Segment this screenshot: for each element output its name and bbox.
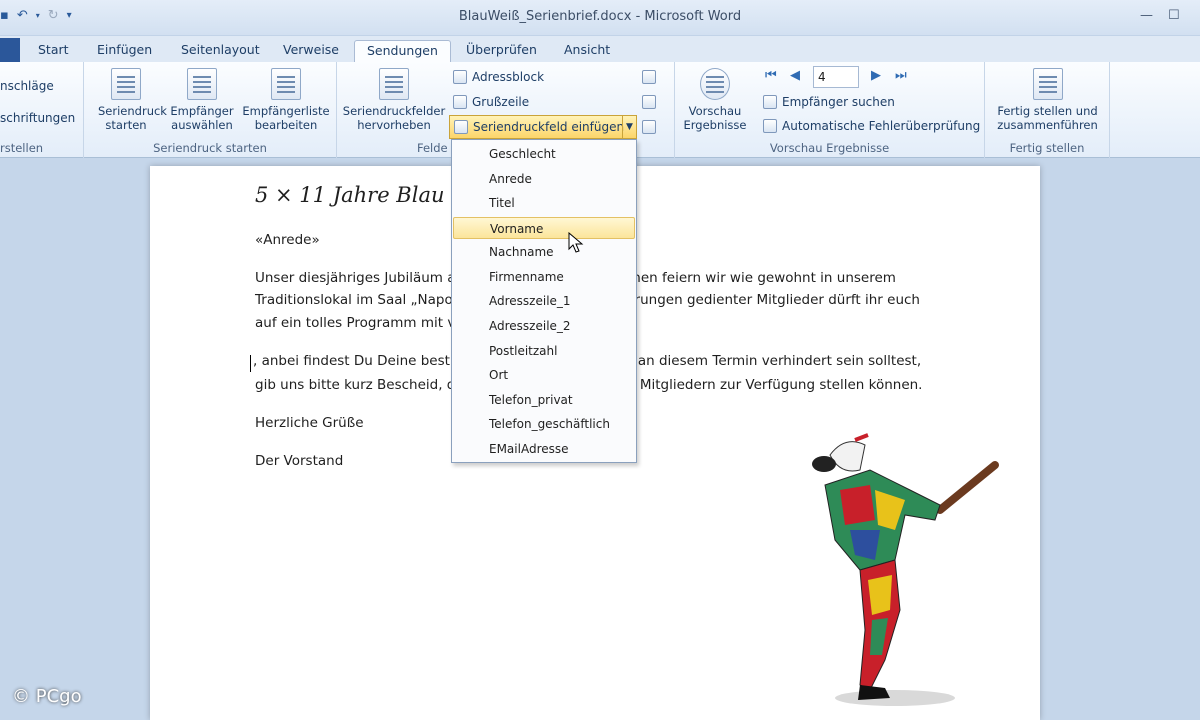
- highlight-fields-label: Seriendruckfelder hervorheben: [342, 104, 446, 132]
- group-start-mail-merge: Seriendruck starten Empfänger auswählen …: [84, 62, 337, 158]
- text-cursor: [250, 355, 251, 372]
- envelopes-button[interactable]: nschläge: [0, 76, 54, 96]
- highlight-fields-button[interactable]: Seriendruckfelder hervorheben: [341, 68, 447, 132]
- tab-start[interactable]: Start: [26, 40, 81, 62]
- signature-text: Der Vorstand: [255, 453, 344, 469]
- menu-item-telefon-privat[interactable]: Telefon_privat: [453, 389, 635, 411]
- group-create: nschläge schriftungen rstellen: [0, 62, 84, 158]
- address-block-label: Adressblock: [472, 70, 545, 84]
- update-labels-icon[interactable]: [642, 120, 656, 134]
- menu-item-emailadresse[interactable]: EMailAdresse: [453, 438, 635, 460]
- maximize-icon[interactable]: ☐: [1168, 8, 1180, 23]
- preview-magnifier-icon: [700, 68, 730, 100]
- document-heading: 5 × 11 Jahre Blau W: [255, 183, 450, 207]
- greeting-line-icon: [453, 95, 467, 109]
- paragraph1-line1-right: ehen feiern wir wie gewohnt in unserem: [624, 270, 896, 286]
- labels-button[interactable]: schriftungen: [0, 108, 75, 128]
- tab-review[interactable]: Überprüfen: [454, 40, 549, 62]
- last-record-icon[interactable]: ⏭: [895, 68, 907, 83]
- insert-merge-field-label: Seriendruckfeld einfügen: [473, 120, 625, 134]
- find-recipient-label: Empfänger suchen: [782, 95, 895, 109]
- edit-recipient-list-label: Empfängerliste bearbeiten: [242, 104, 330, 132]
- group-create-label: rstellen: [0, 141, 44, 155]
- start-mail-merge-label: Seriendruck starten: [98, 104, 167, 132]
- paragraph2-line1-left: , anbei findest Du Deine best: [253, 353, 450, 369]
- chevron-down-icon[interactable]: ▼: [622, 116, 636, 138]
- paragraph2-line1-right: u an diesem Termin verhindert sein sollt…: [625, 353, 922, 369]
- auto-check-errors-label: Automatische Fehlerüberprüfung: [782, 119, 981, 133]
- merge-field-icon: [454, 120, 468, 134]
- previous-record-icon[interactable]: ◀: [790, 68, 800, 83]
- greeting-line-label: Grußzeile: [472, 95, 530, 109]
- menu-item-geschlecht[interactable]: Geschlecht: [453, 143, 635, 165]
- select-recipients-button[interactable]: Empfänger auswählen: [164, 68, 240, 132]
- menu-item-anrede[interactable]: Anrede: [453, 168, 635, 190]
- finish-merge-label: Fertig stellen und zusammenführen: [997, 104, 1098, 132]
- tab-references[interactable]: Verweise: [271, 40, 351, 62]
- menu-item-vorname[interactable]: Vorname: [453, 217, 635, 239]
- next-record-icon[interactable]: ▶: [871, 68, 881, 83]
- paragraph1-line2-left: Traditionslokal im Saal „Napo: [255, 292, 453, 308]
- first-record-icon[interactable]: ⏮: [765, 68, 777, 83]
- menu-item-nachname[interactable]: Nachname: [453, 241, 635, 263]
- match-fields-icon[interactable]: [642, 95, 656, 109]
- paragraph2-line2-left: gib uns bitte kurz Bescheid, d: [255, 377, 456, 393]
- menu-item-postleitzahl[interactable]: Postleitzahl: [453, 340, 635, 362]
- tab-mailings[interactable]: Sendungen: [354, 40, 451, 62]
- menu-item-adresszeile-1[interactable]: Adresszeile_1: [453, 290, 635, 312]
- merge-field-menu: Geschlecht Anrede Titel Vorname Nachname…: [451, 139, 637, 463]
- highlight-fields-icon: [379, 68, 409, 100]
- tab-page-layout[interactable]: Seitenlayout: [169, 40, 272, 62]
- paragraph1-line3-left: auf ein tolles Programm mit v: [255, 315, 456, 331]
- address-block-icon: [453, 70, 467, 84]
- ribbon-tabs: Start Einfügen Seitenlayout Verweise Sen…: [0, 36, 1200, 62]
- finish-merge-icon: [1032, 68, 1063, 100]
- group-start-label: Seriendruck starten: [153, 141, 267, 155]
- select-recipients-label: Empfänger auswählen: [170, 104, 234, 132]
- tab-file[interactable]: [0, 38, 20, 62]
- minimize-icon[interactable]: —: [1140, 8, 1153, 23]
- preview-results-button[interactable]: Vorschau Ergebnisse: [679, 68, 751, 132]
- paragraph1-line1-left: Unser diesjähriges Jubiläum a: [255, 270, 456, 286]
- mouse-pointer-icon: [568, 232, 584, 253]
- record-number-input[interactable]: 4: [813, 66, 859, 88]
- salutation-field: «Anrede»: [255, 232, 320, 248]
- check-errors-icon: [763, 119, 777, 133]
- find-recipient-button[interactable]: Empfänger suchen: [763, 92, 895, 112]
- recipients-icon: [187, 68, 217, 100]
- insert-merge-field-button[interactable]: Seriendruckfeld einfügen ▼: [449, 115, 637, 139]
- tab-view[interactable]: Ansicht: [552, 40, 622, 62]
- paragraph1-line2-right: hrungen gedienter Mitglieder dürft ihr e…: [626, 292, 920, 308]
- group-finish-label: Fertig stellen: [1009, 141, 1085, 155]
- group-preview-label: Vorschau Ergebnisse: [769, 141, 890, 155]
- greeting-line-button[interactable]: Grußzeile: [453, 92, 529, 112]
- document-icon: [111, 68, 141, 100]
- menu-item-adresszeile-2[interactable]: Adresszeile_2: [453, 315, 635, 337]
- closing-text: Herzliche Grüße: [255, 415, 364, 431]
- menu-item-telefon-geschaeftlich[interactable]: Telefon_geschäftlich: [453, 413, 635, 435]
- menu-item-firmenname[interactable]: Firmenname: [453, 266, 635, 288]
- menu-item-titel[interactable]: Titel: [453, 192, 635, 214]
- title-bar: ▪ ↶ ▾ ↻ ▾ BlauWeiß_Serienbrief.docx - Mi…: [0, 0, 1200, 36]
- rules-icon[interactable]: [642, 70, 656, 84]
- start-mail-merge-button[interactable]: Seriendruck starten: [88, 68, 167, 132]
- watermark: © PCgo: [12, 686, 82, 707]
- find-recipient-icon: [763, 95, 777, 109]
- paragraph2-line2-right: n Mitgliedern zur Verfügung stellen könn…: [627, 377, 923, 393]
- harlequin-illustration: [812, 433, 999, 706]
- edit-list-icon: [271, 68, 301, 100]
- window-title: BlauWeiß_Serienbrief.docx - Microsoft Wo…: [458, 9, 742, 24]
- address-block-button[interactable]: Adressblock: [453, 67, 544, 87]
- preview-results-label: Vorschau Ergebnisse: [683, 104, 747, 132]
- group-finish: Fertig stellen und zusammenführen Fertig…: [985, 62, 1110, 158]
- auto-check-errors-button[interactable]: Automatische Fehlerüberprüfung: [763, 116, 980, 136]
- tab-insert[interactable]: Einfügen: [85, 40, 164, 62]
- edit-recipient-list-button[interactable]: Empfängerliste bearbeiten: [240, 68, 332, 132]
- menu-item-ort[interactable]: Ort: [453, 364, 635, 386]
- finish-merge-button[interactable]: Fertig stellen und zusammenführen: [989, 68, 1106, 132]
